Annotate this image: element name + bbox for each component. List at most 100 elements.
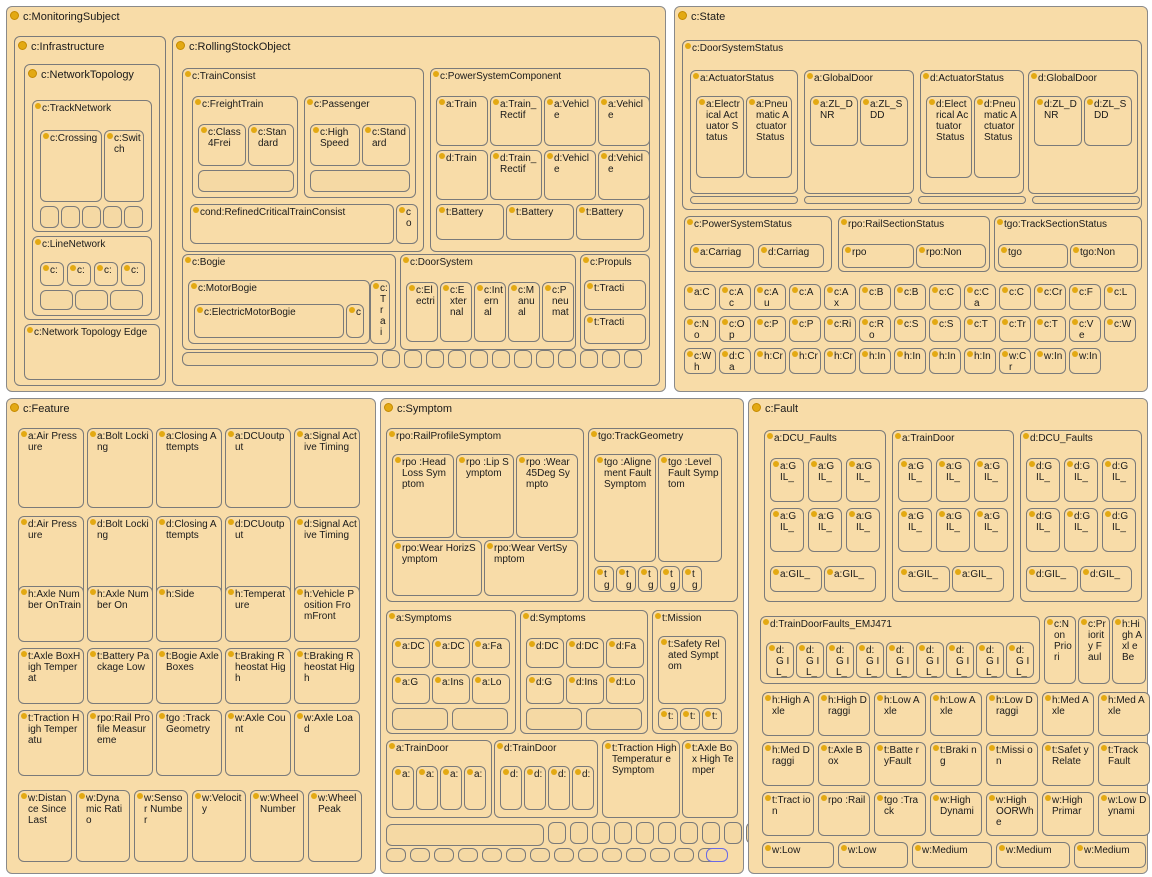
empty-node[interactable] <box>578 848 598 862</box>
fault-item[interactable]: rpo :Rail <box>818 792 870 836</box>
state-item[interactable]: c:F <box>1069 284 1101 310</box>
empty-node[interactable] <box>602 848 622 862</box>
fault-item[interactable]: w:Low <box>762 842 834 868</box>
feature-item[interactable]: d:Signal Active Timing <box>294 516 360 596</box>
fault-item[interactable]: w:Medium <box>912 842 992 868</box>
empty-node[interactable] <box>124 206 143 228</box>
d-actuator-item[interactable]: d:Pneumatic Actuator Status <box>974 96 1020 178</box>
d-symptom-item[interactable]: d:G <box>526 674 564 704</box>
feature-item[interactable]: d:Closing Attempts <box>156 516 222 596</box>
d-symptom-item[interactable]: d:DC <box>566 638 604 668</box>
empty-node[interactable] <box>310 170 410 192</box>
feature-item[interactable]: d:Bolt Locking <box>87 516 153 596</box>
d-train-door-item[interactable]: d: <box>524 766 546 810</box>
rail-profile-item[interactable]: rpo:Wear VertSymptom <box>484 540 578 596</box>
state-item[interactable]: c:Ax <box>824 284 856 310</box>
a-dcu-faults-item[interactable]: a:G IL_ <box>846 458 880 502</box>
fault-item[interactable]: w:High OORWhe <box>986 792 1038 836</box>
state-item[interactable]: h:In <box>964 348 996 374</box>
state-item[interactable]: w:In <box>1069 348 1101 374</box>
feature-item[interactable]: a:Air Pressure <box>18 428 84 508</box>
state-item[interactable]: c:Tr <box>999 316 1031 342</box>
feature-item-b[interactable]: t:Battery Package Low <box>87 648 153 704</box>
empty-node[interactable] <box>75 290 108 310</box>
power-item[interactable]: d:Vehicle <box>598 150 650 200</box>
empty-node[interactable] <box>724 822 742 844</box>
empty-node[interactable] <box>482 848 502 862</box>
empty-node[interactable] <box>804 196 912 204</box>
fault-item[interactable]: w:Low Dynami <box>1098 792 1150 836</box>
state-item[interactable]: c:Ri <box>824 316 856 342</box>
state-item[interactable]: c:L <box>1104 284 1136 310</box>
d-dcu-faults-item[interactable]: d:G IL_ <box>1102 458 1136 502</box>
feature-item-d[interactable]: w:Wheel Peak <box>308 790 362 862</box>
freight-item[interactable]: c:Class4Frei <box>198 124 246 166</box>
a-train-door-item[interactable]: a: <box>392 766 414 810</box>
d-train-door-fault-item[interactable]: d:G IL_ <box>826 642 854 678</box>
mission-small-item[interactable]: t: <box>680 708 700 730</box>
d-global-item[interactable]: d:ZL_SDD <box>1084 96 1132 146</box>
feature-item-b[interactable]: t:Braking Rheostat High <box>294 648 360 704</box>
a-dcu-faults-item[interactable]: a:G IL_ <box>770 458 804 502</box>
a-global-item[interactable]: a:ZL_SDD <box>860 96 908 146</box>
state-item[interactable]: c:T <box>1034 316 1066 342</box>
state-item[interactable]: h:Cr <box>824 348 856 374</box>
fault-item[interactable]: w:High Primar <box>1042 792 1094 836</box>
fault-item[interactable]: t:Safet yRelate <box>1042 742 1094 786</box>
fault-item[interactable]: w:Medium <box>1074 842 1146 868</box>
feature-item-b[interactable]: h:Side <box>156 586 222 642</box>
empty-node[interactable] <box>624 350 642 368</box>
feature-item-b[interactable]: t:Axle BoxHigh Temperat <box>18 648 84 704</box>
a-actuator-item[interactable]: a:Electrical Actuator Status <box>696 96 744 178</box>
track-status-item[interactable]: tgo <box>998 244 1068 268</box>
crossing-node[interactable]: c:Crossing <box>40 130 102 202</box>
d-train-door-fault-item[interactable]: d:G IL_ <box>916 642 944 678</box>
rail-status-item[interactable]: rpo:Non <box>916 244 986 268</box>
empty-node[interactable] <box>434 848 454 862</box>
empty-node[interactable] <box>674 848 694 862</box>
a-symptom-item[interactable]: a:Fa <box>472 638 510 668</box>
state-item[interactable]: c:B <box>894 284 926 310</box>
empty-node[interactable] <box>530 848 550 862</box>
d-global-item[interactable]: d:ZL_DNR <box>1034 96 1082 146</box>
state-item[interactable]: c:Ve <box>1069 316 1101 342</box>
empty-node[interactable] <box>614 822 632 844</box>
door-system-item[interactable]: c:External <box>440 282 472 342</box>
d-symptom-item[interactable]: d:DC <box>526 638 564 668</box>
state-item[interactable]: h:In <box>929 348 961 374</box>
feature-item-b[interactable]: t:Braking Rheostat High <box>225 648 291 704</box>
power-item[interactable]: d:Vehicle <box>544 150 596 200</box>
track-status-item[interactable]: tgo:Non <box>1070 244 1138 268</box>
passenger-item[interactable]: c:Standard <box>362 124 410 166</box>
d-train-door-item[interactable]: d: <box>500 766 522 810</box>
d-symptom-item[interactable]: d:Ins <box>566 674 604 704</box>
power-item[interactable]: a:Train_Rectif <box>490 96 542 146</box>
empty-node[interactable] <box>386 848 406 862</box>
empty-node[interactable] <box>110 290 143 310</box>
tg-item[interactable]: tg <box>638 566 658 592</box>
fault-item[interactable]: t:Batte ryFault <box>874 742 926 786</box>
tg-item[interactable]: tg <box>594 566 614 592</box>
empty-node[interactable] <box>658 822 676 844</box>
fault-item[interactable]: h:Med Draggi <box>762 742 814 786</box>
tg-item[interactable]: tg <box>660 566 680 592</box>
empty-node[interactable] <box>586 708 642 730</box>
empty-node[interactable] <box>40 206 59 228</box>
power-item-row[interactable]: t:Battery <box>436 204 504 240</box>
a-train-door-faults-item[interactable]: a:G IL_ <box>936 458 970 502</box>
d-dcu-faults-item[interactable]: d:GIL_ <box>1026 566 1078 592</box>
empty-node[interactable] <box>680 822 698 844</box>
feature-item-c[interactable]: rpo:Rail Profile Measureme <box>87 710 153 776</box>
rail-profile-item[interactable]: rpo:Wear HorizSymptom <box>392 540 482 596</box>
feature-item-c[interactable]: w:Axle Count <box>225 710 291 776</box>
d-symptom-item[interactable]: d:Fa <box>606 638 644 668</box>
empty-node[interactable] <box>61 206 80 228</box>
fault-side-item[interactable]: c:Non Priori <box>1044 616 1076 684</box>
a-symptom-item[interactable]: a:Lo <box>472 674 510 704</box>
fault-item[interactable]: t:Missi on <box>986 742 1038 786</box>
d-train-door-item[interactable]: d: <box>572 766 594 810</box>
state-item[interactable]: d:Ca <box>719 348 751 374</box>
rail-status-item[interactable]: rpo <box>842 244 914 268</box>
empty-node[interactable] <box>706 848 728 862</box>
co-node[interactable]: co <box>396 204 418 244</box>
